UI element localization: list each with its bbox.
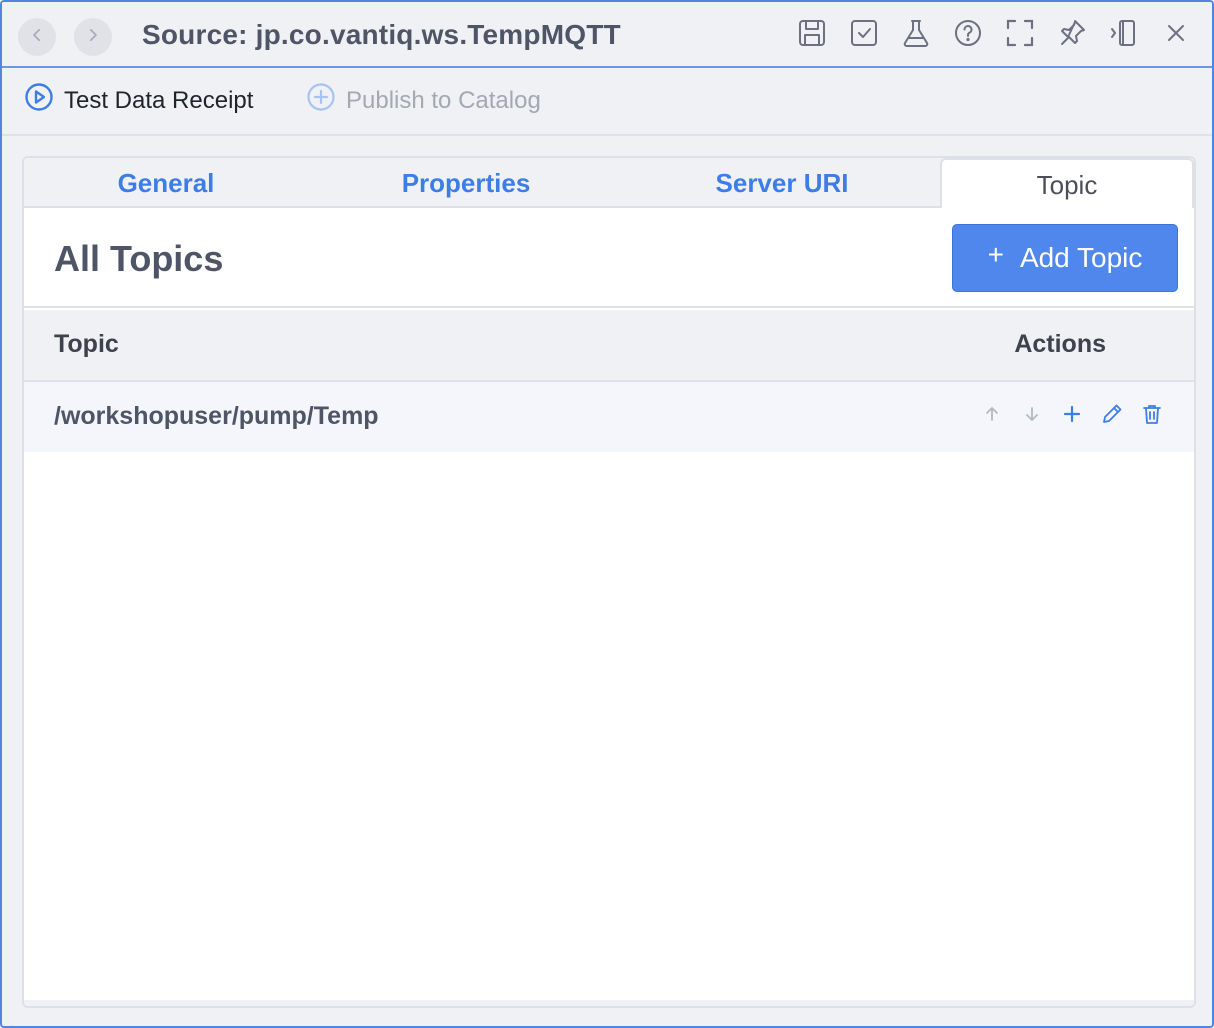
section-header: All Topics + Add Topic [24,208,1194,308]
insert-topic-button[interactable] [1060,404,1084,428]
move-down-button[interactable] [1020,404,1044,428]
publish-to-catalog-button[interactable]: Publish to Catalog [306,82,541,119]
tab-properties[interactable]: Properties [308,158,624,208]
check-icon [848,17,880,54]
save-icon [796,17,828,54]
column-header-actions: Actions [1014,330,1106,358]
source-editor-window: Source: jp.co.vantiq.ws.TempMQTT Test Da… [0,0,1214,1028]
row-actions [980,404,1164,428]
topic-panel: General Properties Server URI Topic All … [22,156,1196,1008]
test-data-receipt-label: Test Data Receipt [64,86,254,114]
pencil-icon [1101,403,1123,430]
plus-icon [1061,403,1083,430]
publish-to-catalog-label: Publish to Catalog [346,86,541,114]
edit-topic-button[interactable] [1100,404,1124,428]
flask-icon [900,17,932,54]
add-topic-label: Add Topic [1019,242,1143,273]
title-bar: Source: jp.co.vantiq.ws.TempMQTT [2,2,1212,68]
save-button[interactable] [794,17,830,53]
delete-topic-button[interactable] [1140,404,1164,428]
expand-icon [1004,17,1036,54]
arrow-down-icon [1021,403,1043,430]
forward-button[interactable] [74,18,112,56]
back-icon [28,26,46,49]
pin-icon [1056,17,1088,54]
close-button[interactable] [1158,17,1194,53]
title-actions [794,17,1194,53]
back-button[interactable] [18,18,56,56]
section-title: All Topics [54,238,224,279]
table-header: Topic Actions [24,310,1194,382]
add-topic-button[interactable]: + Add Topic [952,224,1178,292]
tab-bar: General Properties Server URI Topic [24,158,1194,210]
help-button[interactable] [950,17,986,53]
column-header-topic[interactable]: Topic [54,330,119,359]
pin-button[interactable] [1054,17,1090,53]
dock-icon [1108,17,1140,54]
toolbar: Test Data Receipt Publish to Catalog [2,68,1212,136]
play-circle-icon [24,82,54,119]
panel-footer [24,1000,1194,1006]
test-data-receipt-button[interactable]: Test Data Receipt [24,82,253,119]
validate-button[interactable] [846,17,882,53]
tab-server-uri[interactable]: Server URI [624,158,940,208]
tab-general[interactable]: General [24,158,308,208]
close-icon [1160,17,1192,54]
table-row[interactable]: /workshopuser/pump/Temp [24,382,1194,452]
help-icon [952,17,984,54]
fullscreen-button[interactable] [1002,17,1038,53]
trash-icon [1141,403,1163,430]
window-title: Source: jp.co.vantiq.ws.TempMQTT [142,19,621,50]
forward-icon [84,26,102,49]
dock-button[interactable] [1106,17,1142,53]
topic-cell[interactable]: /workshopuser/pump/Temp [54,402,379,431]
plus-icon: + [987,239,1004,270]
arrow-up-icon [981,403,1003,430]
tab-topic[interactable]: Topic [940,158,1194,210]
test-button[interactable] [898,17,934,53]
move-up-button[interactable] [980,404,1004,428]
plus-circle-icon [306,82,336,119]
